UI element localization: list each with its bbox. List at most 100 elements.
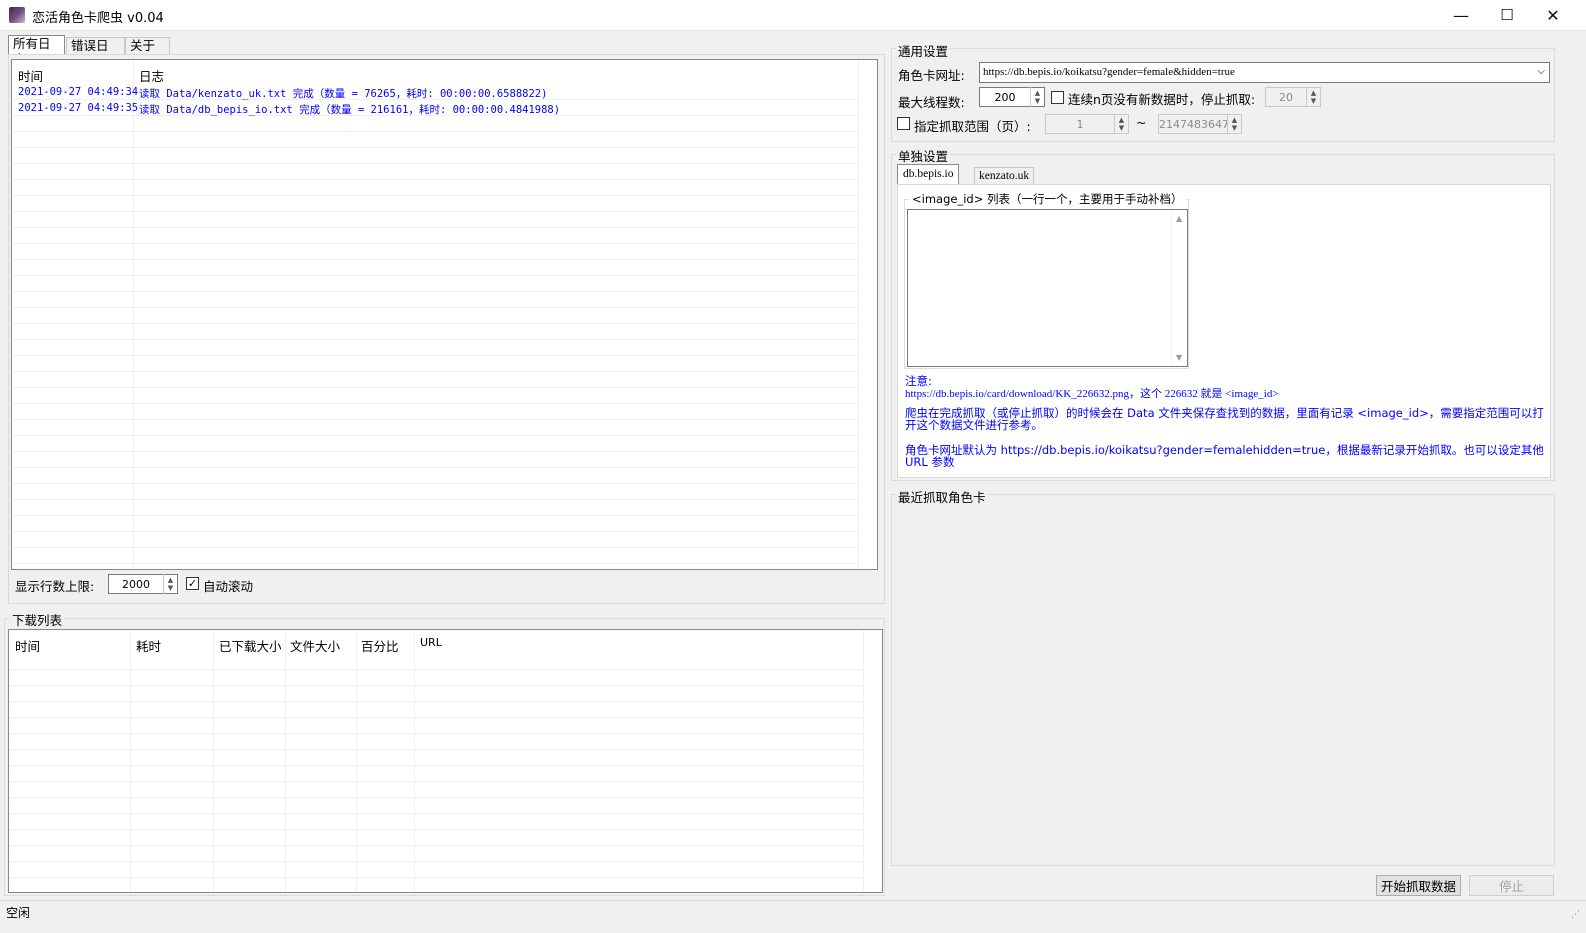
page-range-label: 指定抓取范围（页）: <box>914 119 1031 134</box>
scroll-up-icon[interactable]: ▲ <box>1176 214 1182 223</box>
tab-error-logs[interactable]: 错误日志 <box>66 37 125 69</box>
column-header-filesize[interactable]: 文件大小 <box>290 636 340 655</box>
tab-kenzato[interactable]: kenzato.uk <box>974 167 1035 184</box>
empty-row <box>12 468 858 484</box>
image-id-group-title: <image_id> 列表（一行一个，主要用于手动补档） <box>909 191 1186 207</box>
table-row[interactable]: 2021-09-27 04:49:35 读取 Data/db_bepis_io.… <box>12 100 858 116</box>
empty-row <box>12 516 858 532</box>
empty-row <box>12 388 858 404</box>
empty-row <box>9 846 863 862</box>
auto-scroll-checkbox[interactable]: ✓ <box>186 577 199 590</box>
minimize-button[interactable]: — <box>1438 0 1484 30</box>
maximize-button[interactable]: ☐ <box>1484 0 1530 30</box>
empty-row <box>12 132 858 148</box>
max-rows-stepper[interactable]: 2000 ▲ ▼ <box>108 574 178 594</box>
down-arrow-icon[interactable]: ▼ <box>1119 124 1124 132</box>
empty-row <box>12 324 858 340</box>
down-arrow-icon[interactable]: ▼ <box>1311 97 1316 105</box>
status-bar: 空闲 ⋰ <box>0 900 1586 933</box>
single-settings-tab-panel: <image_id> 列表（一行一个，主要用于手动补档） ▲ ▼ 注意: htt… <box>897 184 1551 478</box>
tab-about[interactable]: 关于 <box>125 37 170 54</box>
up-arrow-icon[interactable]: ▲ <box>1311 89 1316 97</box>
note-paragraph-3: 角色卡网址默认为 https://db.bepis.io/koikatsu?ge… <box>905 443 1544 469</box>
empty-row <box>9 702 863 718</box>
tab-db-bepis[interactable]: db.bepis.io <box>897 164 960 184</box>
stop-pages-value: 20 <box>1279 90 1293 104</box>
stop-empty-pages-checkbox[interactable] <box>1051 91 1064 104</box>
general-settings-title: 通用设置 <box>896 41 951 60</box>
up-arrow-icon[interactable]: ▲ <box>168 576 173 584</box>
range-from-stepper[interactable]: 1 ▲ ▼ <box>1045 114 1129 134</box>
down-arrow-icon[interactable]: ▼ <box>1232 124 1237 132</box>
max-rows-label: 显示行数上限: <box>15 579 95 594</box>
start-button[interactable]: 开始抓取数据 <box>1376 875 1461 896</box>
page-range-checkbox[interactable] <box>897 117 910 130</box>
up-arrow-icon[interactable]: ▲ <box>1232 116 1237 124</box>
column-header-elapsed[interactable]: 耗时 <box>136 636 161 655</box>
threads-stepper[interactable]: 200 ▲ ▼ <box>979 87 1045 107</box>
log-list-header: 时间 日志 <box>12 60 877 85</box>
resize-grip-icon[interactable]: ⋰ <box>1571 910 1580 920</box>
close-icon: ✕ <box>1546 5 1560 25</box>
stepper-arrows[interactable]: ▲ ▼ <box>163 574 177 594</box>
scrollbar[interactable]: ▲ ▼ <box>1171 210 1187 366</box>
empty-row <box>12 484 858 500</box>
empty-row <box>12 116 858 132</box>
stop-pages-stepper[interactable]: 20 ▲ ▼ <box>1265 87 1321 107</box>
check-icon: ✓ <box>187 577 198 590</box>
download-list-title: 下载列表 <box>10 610 65 629</box>
stepper-arrows[interactable]: ▲ ▼ <box>1227 114 1241 134</box>
empty-row <box>9 654 863 670</box>
log-list[interactable]: 时间 日志 2021-09-27 04:49:34 读取 Data/kenzat… <box>11 59 878 570</box>
range-to-stepper[interactable]: 2147483647 ▲ ▼ <box>1158 114 1242 134</box>
url-combobox[interactable]: https://db.bepis.io/koikatsu?gender=fema… <box>979 62 1550 83</box>
scroll-down-icon[interactable]: ▼ <box>1176 353 1182 362</box>
url-label: 角色卡网址: <box>898 68 965 83</box>
download-list[interactable]: 时间 耗时 已下载大小 文件大小 百分比 URL <box>8 629 883 893</box>
stepper-arrows[interactable]: ▲ ▼ <box>1114 114 1128 134</box>
threads-label: 最大线程数: <box>898 95 965 110</box>
recent-cards-group <box>891 494 1555 866</box>
up-arrow-icon[interactable]: ▲ <box>1119 116 1124 124</box>
empty-row <box>12 356 858 372</box>
stepper-arrows[interactable]: ▲ ▼ <box>1306 87 1320 107</box>
threads-value: 200 <box>994 90 1016 104</box>
recent-cards-title: 最近抓取角色卡 <box>896 487 988 506</box>
empty-row <box>9 830 863 846</box>
table-row[interactable]: 2021-09-27 04:49:34 读取 Data/kenzato_uk.t… <box>12 84 858 100</box>
empty-row <box>9 750 863 766</box>
column-header-log[interactable]: 日志 <box>139 66 164 85</box>
empty-row <box>12 180 858 196</box>
image-id-textarea[interactable]: ▲ ▼ <box>907 209 1188 367</box>
download-list-header: 时间 耗时 已下载大小 文件大小 百分比 URL <box>9 630 882 655</box>
chevron-down-icon[interactable]: ⌵ <box>1537 66 1545 77</box>
stepper-arrows[interactable]: ▲ ▼ <box>1030 87 1044 107</box>
column-header-downloaded[interactable]: 已下载大小 <box>219 636 282 655</box>
log-message: 读取 Data/kenzato_uk.txt 完成（数量 = 76265，耗时:… <box>139 88 548 100</box>
column-header-time[interactable]: 时间 <box>18 66 43 85</box>
empty-row <box>12 276 858 292</box>
down-arrow-icon[interactable]: ▼ <box>1035 97 1040 105</box>
empty-row <box>12 420 858 436</box>
empty-row <box>12 228 858 244</box>
column-divider <box>858 60 859 569</box>
log-time: 2021-09-27 04:49:35 <box>18 102 139 114</box>
empty-row <box>12 196 858 212</box>
column-header-percent[interactable]: 百分比 <box>361 636 399 655</box>
note-line-1: https://db.bepis.io/card/download/KK_226… <box>905 388 1279 400</box>
maximize-icon: ☐ <box>1500 6 1514 24</box>
url-value: https://db.bepis.io/koikatsu?gender=fema… <box>983 66 1235 78</box>
up-arrow-icon[interactable]: ▲ <box>1035 89 1040 97</box>
tab-all-logs[interactable]: 所有日志 <box>8 35 65 67</box>
log-message: 读取 Data/db_bepis_io.txt 完成（数量 = 216161，耗… <box>139 104 561 116</box>
stop-button[interactable]: 停止 <box>1469 875 1554 896</box>
column-header-url[interactable]: URL <box>420 636 442 649</box>
down-arrow-icon[interactable]: ▼ <box>168 584 173 592</box>
empty-row <box>9 798 863 814</box>
auto-scroll-label: 自动滚动 <box>203 579 254 594</box>
column-header-time[interactable]: 时间 <box>15 636 40 655</box>
close-button[interactable]: ✕ <box>1530 0 1576 30</box>
stop-empty-pages-label: 连续n页没有新数据时，停止抓取: <box>1068 92 1256 107</box>
column-divider <box>863 630 864 892</box>
empty-row <box>12 308 858 324</box>
